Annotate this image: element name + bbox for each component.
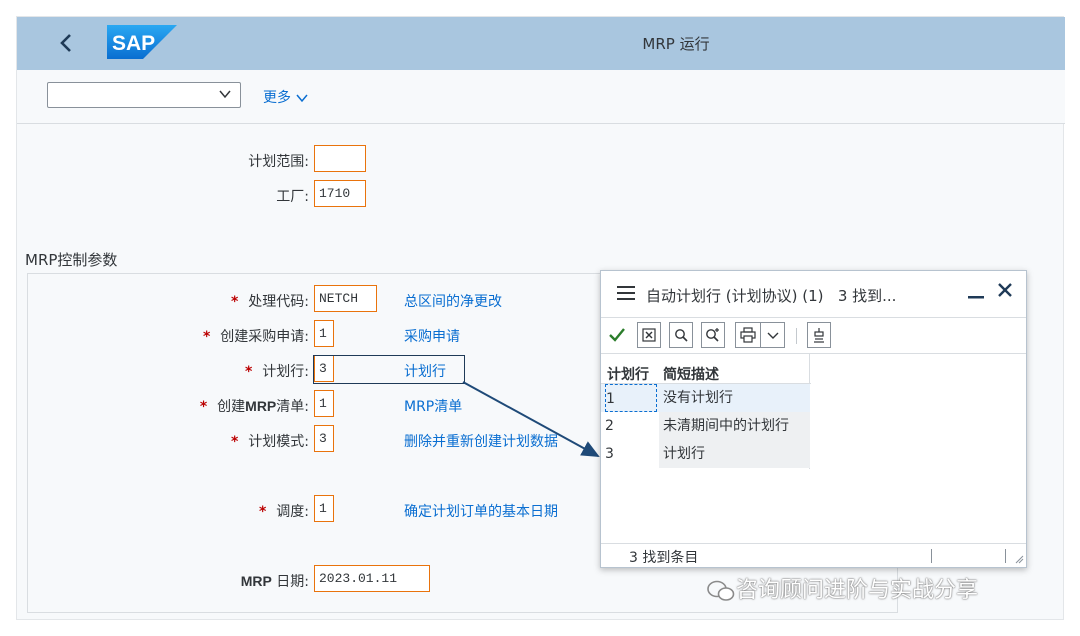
close-icon[interactable] xyxy=(997,282,1013,303)
menu-icon[interactable] xyxy=(617,285,635,306)
wechat-icon xyxy=(707,580,735,601)
search-icon[interactable] xyxy=(669,322,693,348)
column-header-key[interactable]: 计划行 xyxy=(607,364,649,384)
dialog-toolbar xyxy=(601,317,1026,353)
cancel-icon[interactable] xyxy=(637,322,661,348)
table-row[interactable]: 1 没有计划行 xyxy=(601,384,810,412)
results-table: 计划行 简短描述 1 没有计划行 2 未清期间中的计划行 3 计划行 xyxy=(601,353,1026,543)
toolbar-separator xyxy=(796,328,797,344)
row-desc: 计划行 xyxy=(659,440,810,468)
status-divider xyxy=(1005,549,1006,563)
value-help-dialog: 自动计划行 (计划协议) (1) 3 找到... 计划行 简短描述 1 没有计划… xyxy=(600,270,1027,568)
table-row[interactable]: 3 计划行 xyxy=(601,440,810,468)
row-key: 3 xyxy=(605,446,614,462)
search-next-icon[interactable] xyxy=(701,322,725,348)
dialog-header: 自动计划行 (计划协议) (1) 3 找到... xyxy=(601,271,1026,317)
dialog-title: 自动计划行 (计划协议) (1) 3 找到... xyxy=(646,287,897,305)
watermark: 咨询顾问进阶与实战分享 xyxy=(706,572,978,604)
resize-grip-icon[interactable] xyxy=(1014,554,1024,564)
checkmark-icon[interactable] xyxy=(605,322,629,348)
status-bar: 3 找到条目 xyxy=(601,543,1026,567)
print-button[interactable] xyxy=(735,322,785,348)
status-divider xyxy=(931,549,932,563)
table-row[interactable]: 2 未清期间中的计划行 xyxy=(601,412,810,440)
column-header-desc[interactable]: 简短描述 xyxy=(663,364,719,384)
row-key: 1 xyxy=(605,384,657,412)
filter-icon[interactable] xyxy=(807,322,831,348)
minimize-icon[interactable] xyxy=(967,279,985,306)
printer-icon xyxy=(740,327,756,343)
row-desc: 未清期间中的计划行 xyxy=(659,412,810,440)
row-key: 2 xyxy=(605,418,614,434)
status-text: 3 找到条目 xyxy=(629,550,699,566)
row-desc: 没有计划行 xyxy=(659,384,810,412)
chevron-down-icon xyxy=(767,332,779,339)
